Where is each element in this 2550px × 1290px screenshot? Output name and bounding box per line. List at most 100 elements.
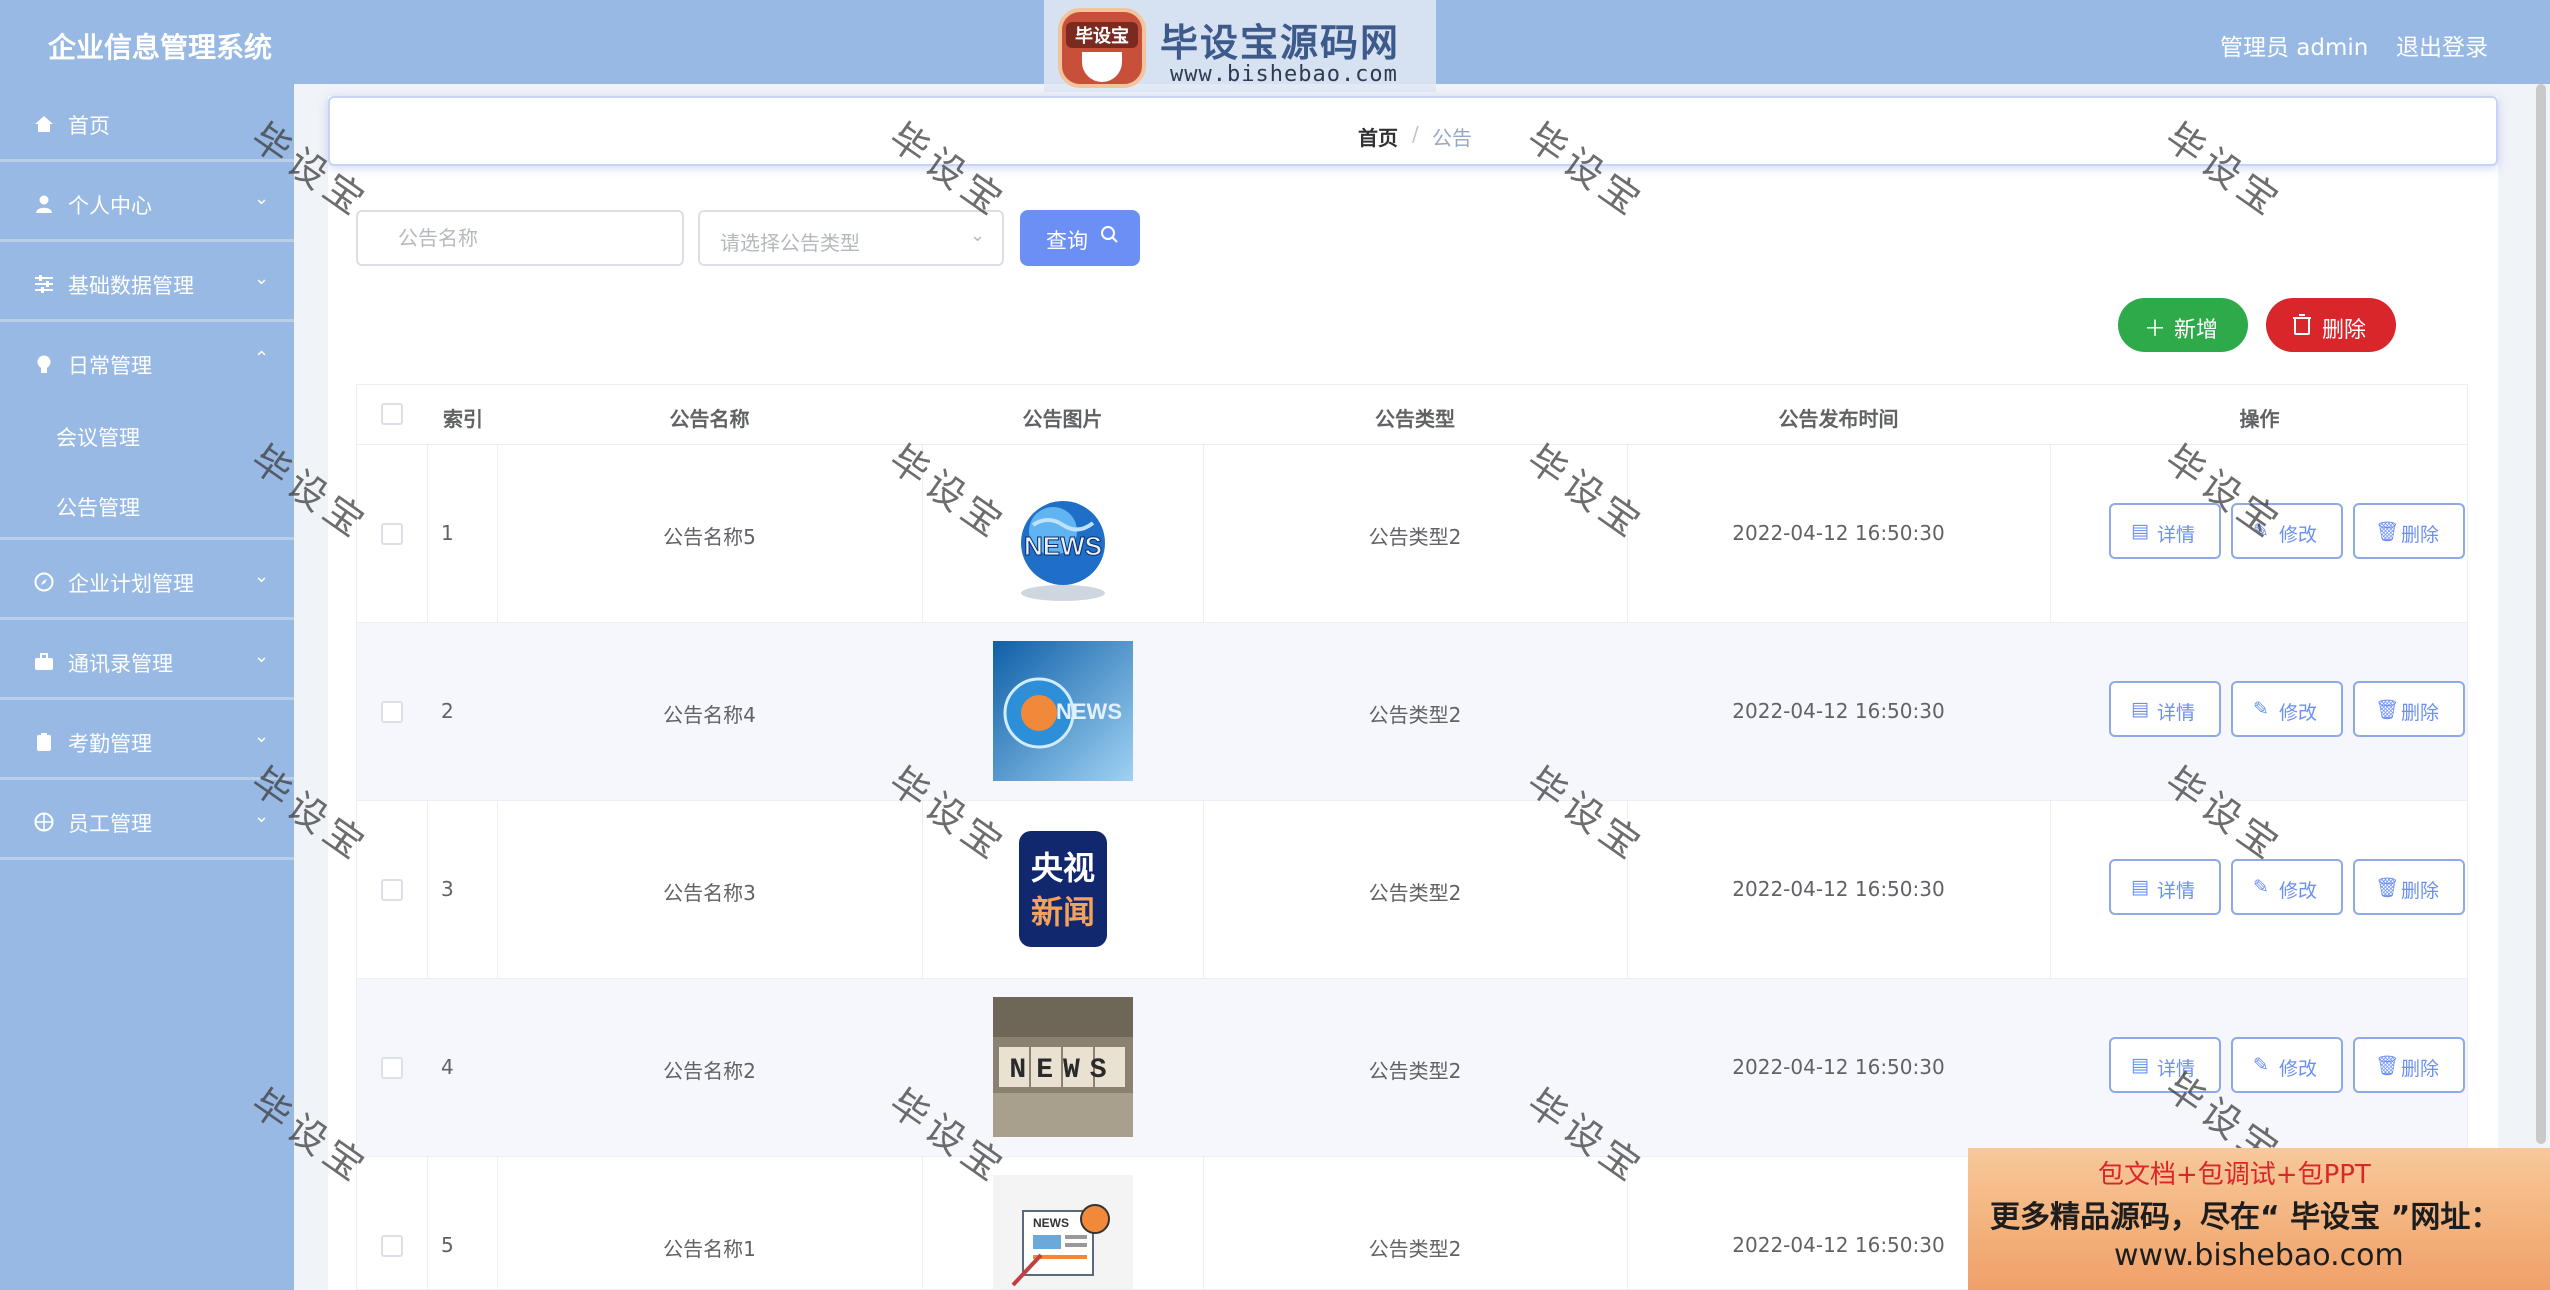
table-row: 4 公告名称2 NEWS 公告类型2 2022-04-12 16:50:30 ▤…: [357, 979, 2467, 1157]
row-notice-type: 公告类型2: [1368, 703, 1462, 727]
row-publish-time: 2022-04-12 16:50:30: [1732, 877, 1945, 901]
sidebar-item-base-data[interactable]: 基础数据管理 ⌄: [0, 244, 294, 322]
sidebar-item-label: 基础数据管理: [68, 274, 194, 298]
row-checkbox[interactable]: [381, 1057, 403, 1079]
thumb-text: NEWS: [1033, 1216, 1069, 1230]
sidebar-subitem-meeting[interactable]: 会议管理: [0, 400, 294, 470]
document-icon: ▤: [2131, 698, 2149, 720]
trash-icon: 🗑: [2375, 699, 2400, 721]
admin-user-label[interactable]: 管理员 admin: [2220, 28, 2368, 62]
query-button[interactable]: 查询: [1020, 210, 1140, 266]
brand-badge-text: 毕设宝: [1066, 22, 1138, 48]
basketball-icon: [34, 812, 54, 832]
chevron-down-icon: ⌄: [254, 726, 270, 747]
row-notice-type: 公告类型2: [1368, 1237, 1462, 1261]
brand-logo: 毕设宝 毕设宝源码网 www.bishebao.com: [1044, 0, 1436, 92]
row-index: 5: [441, 1233, 454, 1257]
brand-name: 毕设宝源码网: [1160, 21, 1401, 65]
bulb-icon: [37, 355, 51, 373]
row-delete-button-label: 删除: [2401, 702, 2440, 724]
row-delete-button[interactable]: 🗑 删除: [2353, 1037, 2465, 1093]
row-notice-name: 公告名称2: [663, 1059, 756, 1083]
chevron-up-icon: ⌃: [254, 348, 270, 369]
row-delete-button[interactable]: 🗑 删除: [2353, 503, 2465, 559]
sidebar-item-profile[interactable]: 个人中心 ⌄: [0, 164, 294, 242]
column-header-type[interactable]: 公告类型: [1203, 403, 1627, 432]
row-notice-name: 公告名称1: [663, 1237, 756, 1261]
row-index: 3: [441, 877, 454, 901]
row-checkbox[interactable]: [381, 523, 403, 545]
notice-image-blue[interactable]: NEWS: [993, 641, 1133, 781]
column-header-time[interactable]: 公告发布时间: [1627, 403, 2050, 432]
edit-button[interactable]: ✎ 修改: [2231, 681, 2343, 737]
column-header-name[interactable]: 公告名称: [497, 403, 922, 432]
sidebar-item-plan[interactable]: 企业计划管理 ⌄: [0, 542, 294, 620]
edit-button[interactable]: ✎ 修改: [2231, 859, 2343, 915]
thumb-text: NEWS: [1009, 1055, 1116, 1086]
sidebar-item-label: 日常管理: [68, 354, 152, 378]
promo-banner[interactable]: 包文档+包调试+包PPT 更多精品源码，尽在“ 毕设宝 ”网址： www.bis…: [1968, 1148, 2550, 1290]
trash-icon: 🗑: [2375, 877, 2400, 899]
chevron-down-icon: ⌄: [254, 566, 270, 587]
document-icon: ▤: [2131, 1054, 2149, 1076]
row-publish-time: 2022-04-12 16:50:30: [1732, 699, 1945, 723]
row-index: 4: [441, 1055, 454, 1079]
row-delete-button-label: 删除: [2401, 880, 2440, 902]
sidebar: 首页 个人中心 ⌄ 基础数据管理 ⌄ 日常管理 ⌃ 会议管理 公告管理 企业计划…: [0, 84, 294, 1290]
notice-image-cctv[interactable]: 央视 新闻: [993, 819, 1133, 959]
briefcase-icon: [35, 653, 53, 670]
detail-button[interactable]: ▤ 详情: [2109, 503, 2221, 559]
page-scrollbar[interactable]: [2536, 84, 2546, 1144]
thumb-text: 央视: [1031, 849, 1095, 887]
home-icon: [35, 116, 53, 132]
add-button-label: 新增: [2174, 318, 2219, 343]
row-publish-time: 2022-04-12 16:50:30: [1732, 521, 1945, 545]
sidebar-item-label: 考勤管理: [68, 732, 152, 756]
detail-button-label: 详情: [2157, 524, 2196, 546]
compass-icon: [34, 572, 54, 592]
detail-button[interactable]: ▤ 详情: [2109, 859, 2221, 915]
logout-link[interactable]: 退出登录: [2396, 28, 2488, 62]
sidebar-item-contacts[interactable]: 通讯录管理 ⌄: [0, 622, 294, 700]
sidebar-item-staff[interactable]: 员工管理 ⌄: [0, 782, 294, 860]
edit-icon: ✎: [2253, 1054, 2269, 1076]
detail-button[interactable]: ▤ 详情: [2109, 681, 2221, 737]
edit-button[interactable]: ✎ 修改: [2231, 503, 2343, 559]
sidebar-item-label: 首页: [68, 114, 110, 138]
column-header-index[interactable]: 索引: [441, 403, 485, 432]
sidebar-item-label: 通讯录管理: [68, 652, 173, 676]
notice-image-blocks[interactable]: NEWS: [993, 997, 1133, 1137]
sidebar-item-home[interactable]: 首页: [0, 84, 294, 162]
row-checkbox[interactable]: [381, 1235, 403, 1257]
row-index: 1: [441, 521, 454, 545]
edit-button[interactable]: ✎ 修改: [2231, 1037, 2343, 1093]
select-all-checkbox[interactable]: [381, 403, 403, 425]
promo-url: www.bishebao.com: [2114, 1238, 2404, 1273]
sidebar-item-label: 个人中心: [68, 194, 152, 218]
table-row: 1 公告名称5 NEWS 公告类型2 2022-04-12 16:50:30 ▤…: [357, 445, 2467, 623]
table-row: 3 公告名称3 央视 新闻 公告类型2 2022-04-12 16:50:30 …: [357, 801, 2467, 979]
breadcrumb-home[interactable]: 首页: [1358, 122, 1398, 151]
sidebar-item-daily[interactable]: 日常管理 ⌃: [0, 324, 294, 402]
document-icon: ▤: [2131, 520, 2149, 542]
sidebar-subitem-notice[interactable]: 公告管理: [0, 470, 294, 540]
notice-type-select[interactable]: 请选择公告类型 ⌄: [698, 210, 1004, 266]
row-delete-button[interactable]: 🗑 删除: [2353, 681, 2465, 737]
chevron-down-icon: ⌄: [254, 188, 270, 209]
row-checkbox[interactable]: [381, 879, 403, 901]
row-checkbox[interactable]: [381, 701, 403, 723]
column-header-image[interactable]: 公告图片: [922, 403, 1203, 432]
sidebar-item-attendance[interactable]: 考勤管理 ⌄: [0, 702, 294, 780]
row-notice-name: 公告名称4: [663, 703, 756, 727]
sidebar-item-label: 企业计划管理: [68, 572, 194, 596]
thumb-text: 新闻: [1031, 893, 1095, 931]
add-button[interactable]: ＋ 新增: [2118, 298, 2248, 352]
notice-name-search-input[interactable]: [356, 210, 684, 266]
edit-icon: ✎: [2253, 698, 2269, 720]
detail-button[interactable]: ▤ 详情: [2109, 1037, 2221, 1093]
batch-delete-button[interactable]: 删除: [2266, 298, 2396, 352]
notice-image-newspaper[interactable]: NEWS: [993, 1175, 1133, 1289]
batch-delete-button-label: 删除: [2322, 318, 2367, 343]
notice-image-globe[interactable]: NEWS: [993, 475, 1133, 615]
row-delete-button[interactable]: 🗑 删除: [2353, 859, 2465, 915]
